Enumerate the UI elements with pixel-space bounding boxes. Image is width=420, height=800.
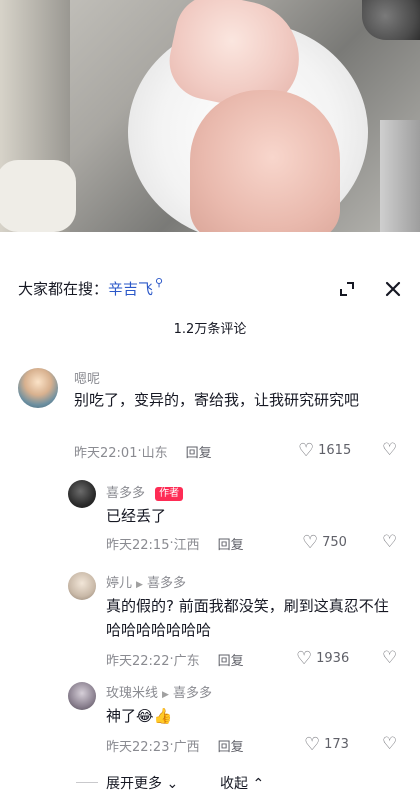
author-tag: 作者 [155,487,184,501]
username-text[interactable]: 嗯呢 [74,372,100,387]
reply-item: 喜多多 作者 已经丢了 昨天22:15 · 江西 回复 ♡ 750 ♡ [0,478,420,568]
comment-item: 嗯呢 别吃了，变异的，寄给我，让我研究研究吧 昨天22:01 · 山东 回复 ♡… [0,362,420,474]
chevron-down-icon: ⌄ [166,776,179,792]
comment-location: 广西 [173,740,200,755]
dislike-icon[interactable]: ♡ [382,648,397,668]
video-sink [380,120,420,232]
reply-arrow-icon: ▶ [136,580,143,590]
video-sponge [362,0,420,40]
username-text[interactable]: 玫瑰米线 [106,686,158,701]
reply-button[interactable]: 回复 [218,534,244,553]
search-icon: ⚲ [155,276,164,289]
heart-icon: ♡ [302,532,319,553]
collapse-button[interactable]: 收起 ⌃ [220,773,264,793]
search-prefix: 大家都在搜： [18,280,109,298]
search-keyword[interactable]: 辛吉飞 [108,278,153,299]
comment-text: 神了😂👍 [106,707,173,725]
comment-location: 江西 [173,538,200,553]
comment-meta: 昨天22:01 · 山东 回复 [74,442,212,461]
close-icon[interactable] [380,276,406,302]
avatar[interactable] [68,682,96,710]
avatar[interactable] [68,572,96,600]
comment-text: 真的假的? 前面我都没笑，刷到这真忍不住哈哈哈哈哈哈哈 [106,597,389,639]
like-count: 1615 [318,443,352,458]
comment-meta: 昨天22:15 · 江西 回复 [106,534,244,553]
comment-username[interactable]: 嗯呢 [74,368,100,387]
comment-time: 昨天22:22 [106,654,170,669]
avatar[interactable] [68,480,96,508]
reply-arrow-icon: ▶ [162,690,169,700]
reply-to-user[interactable]: 喜多多 [173,686,212,701]
comment-username[interactable]: 婷儿 ▶ 喜多多 [106,572,186,591]
video-cup [0,160,76,232]
reply-item: 婷儿 ▶ 喜多多 真的假的? 前面我都没笑，刷到这真忍不住哈哈哈哈哈哈哈 昨天22:… [0,568,420,676]
comment-meta: 昨天22:22 · 广东 回复 [106,650,244,669]
like-count: 1936 [316,651,350,666]
video-frame[interactable] [0,0,420,232]
comment-count: 1.2万条评论 [173,322,247,337]
comment-text: 别吃了，变异的，寄给我，让我研究研究吧 [74,391,360,409]
comment-text: 已经丢了 [106,507,167,525]
like-button[interactable]: ♡ 173 [304,734,349,755]
comment-username[interactable]: 玫瑰米线 ▶ 喜多多 [106,682,212,701]
dislike-icon[interactable]: ♡ [382,734,397,754]
like-button[interactable]: ♡ 1936 [296,648,349,669]
replies-footer: 展开更多 ⌄ 收起 ⌃ [0,770,420,794]
comment-time: 昨天22:15 [106,538,170,553]
heart-icon: ♡ [296,648,313,669]
comment-location: 山东 [141,446,168,461]
avatar[interactable] [18,368,58,408]
fullscreen-icon[interactable] [334,276,360,302]
like-count: 750 [322,535,347,550]
suggested-search[interactable]: 大家都在搜： 辛吉飞 ⚲ [18,276,164,299]
username-text[interactable]: 婷儿 [106,576,132,591]
heart-icon: ♡ [298,440,315,461]
comment-meta: 昨天22:23 · 广西 回复 [106,736,244,755]
chevron-up-icon: ⌃ [252,776,265,792]
comment-location: 广东 [173,654,200,669]
dislike-icon[interactable]: ♡ [382,532,397,552]
like-count: 173 [324,737,349,752]
comment-time: 昨天22:23 [106,740,170,755]
expand-more-button[interactable]: 展开更多 ⌄ [106,773,178,793]
comment-time: 昨天22:01 [74,446,138,461]
divider [76,782,98,783]
comment-username[interactable]: 喜多多 作者 [106,482,184,501]
collapse-label: 收起 [220,776,248,792]
heart-icon: ♡ [304,734,321,755]
reply-to-user[interactable]: 喜多多 [147,576,186,591]
dislike-icon[interactable]: ♡ [382,440,397,460]
comment-sheet: 大家都在搜： 辛吉飞 ⚲ 1.2万条评论 嗯呢 别吃了，变异的，寄给我，让我研究… [0,262,420,800]
like-button[interactable]: ♡ 1615 [298,440,351,461]
reply-button[interactable]: 回复 [218,650,244,669]
video-hand [190,90,340,232]
expand-label: 展开更多 [106,776,162,792]
username-text[interactable]: 喜多多 [106,486,145,501]
reply-button[interactable]: 回复 [186,442,212,461]
reply-item: 玫瑰米线 ▶ 喜多多 神了😂👍 昨天22:23 · 广西 回复 ♡ 173 ♡ [0,678,420,768]
like-button[interactable]: ♡ 750 [302,532,347,553]
reply-button[interactable]: 回复 [218,736,244,755]
